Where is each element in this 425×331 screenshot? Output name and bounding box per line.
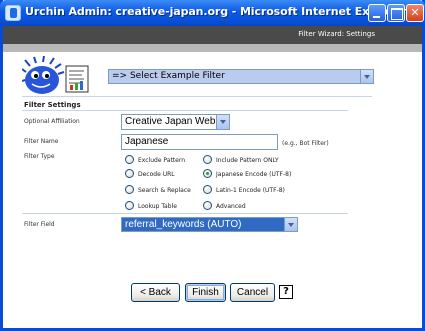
- finish-button[interactable]: Finish: [185, 283, 226, 302]
- chevron-down-icon[interactable]: [360, 70, 373, 83]
- header-divider: [3, 44, 422, 52]
- radio-japanese-encode[interactable]: [203, 169, 212, 178]
- radio-latin1-encode[interactable]: [203, 185, 212, 194]
- filter-name-hint: (e.g., Bot Filter): [282, 140, 329, 147]
- affiliation-label: Optional Affiliation: [24, 118, 80, 125]
- radio-exclude-pattern[interactable]: [125, 155, 134, 164]
- divider: [22, 110, 348, 111]
- window-title: Urchin Admin: creative-japan.org - Micro…: [25, 5, 407, 18]
- maximize-button[interactable]: [387, 4, 405, 22]
- urchin-mascot-logo: [22, 56, 89, 94]
- cancel-button[interactable]: Cancel: [230, 283, 275, 302]
- wizard-title: Filter Wizard: Settings: [298, 30, 375, 38]
- affiliation-value: Creative Japan Web: [125, 116, 216, 127]
- affiliation-select[interactable]: Creative Japan Web: [121, 114, 230, 130]
- divider: [22, 213, 348, 214]
- radio-label: Include Pattern ONLY: [216, 157, 279, 164]
- chevron-down-icon[interactable]: [284, 218, 297, 231]
- filter-name-label: Filter Name: [24, 138, 59, 145]
- radio-label: Latin-1 Encode (UTF-8): [216, 187, 285, 194]
- radio-lookup-table[interactable]: [125, 201, 134, 210]
- filter-type-label: Filter Type: [24, 153, 55, 160]
- radio-search-replace[interactable]: [125, 185, 134, 194]
- radio-label: Decode URL: [138, 171, 175, 178]
- radio-include-pattern-only[interactable]: [203, 155, 212, 164]
- radio-label: Search & Replace: [138, 187, 191, 194]
- back-button[interactable]: < Back: [131, 283, 180, 302]
- filter-field-select[interactable]: referral_keywords (AUTO): [121, 217, 298, 232]
- radio-label: Advanced: [216, 203, 246, 210]
- radio-decode-url[interactable]: [125, 169, 134, 178]
- radio-label: Exclude Pattern: [138, 157, 185, 164]
- minimize-button[interactable]: [368, 4, 386, 22]
- radio-advanced[interactable]: [203, 201, 212, 210]
- divider: [22, 96, 372, 97]
- example-filter-value: => Select Example Filter: [112, 71, 225, 81]
- radio-label: Japanese Encode (UTF-8): [216, 171, 292, 178]
- chevron-down-icon[interactable]: [216, 115, 229, 129]
- section-heading: Filter Settings: [24, 101, 81, 109]
- filter-name-input[interactable]: Japanese: [121, 134, 278, 150]
- filter-field-label: Filter Field: [24, 221, 55, 228]
- example-filter-select[interactable]: => Select Example Filter: [108, 69, 374, 84]
- ie-page-icon: [5, 5, 21, 21]
- close-button[interactable]: ✕: [406, 4, 424, 22]
- help-icon[interactable]: ?: [279, 285, 293, 299]
- radio-label: Lookup Table: [138, 203, 177, 210]
- title-bar: Urchin Admin: creative-japan.org - Micro…: [0, 0, 425, 26]
- filter-field-value: referral_keywords (AUTO): [125, 219, 242, 230]
